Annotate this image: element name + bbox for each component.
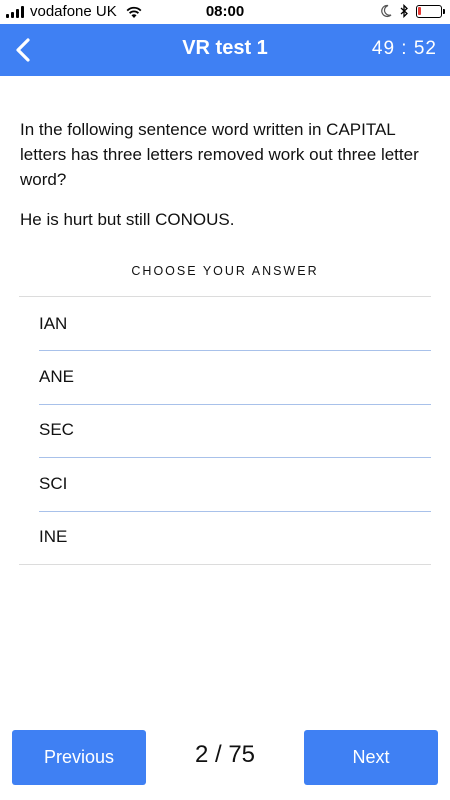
battery-level (418, 6, 421, 15)
answer-list: IAN ANE SEC SCI INE (19, 296, 431, 565)
answer-option-4[interactable]: SCI (19, 457, 431, 510)
battery-icon (416, 4, 445, 18)
wifi-icon (126, 6, 142, 18)
bluetooth-icon (400, 4, 408, 18)
signal-icon (6, 5, 24, 18)
status-left: vodafone UK (6, 3, 143, 20)
next-button[interactable]: Next (304, 730, 438, 785)
moon-icon (381, 4, 392, 18)
carrier-name: vodafone UK (30, 3, 117, 20)
status-bar: vodafone UK 08:00 (0, 0, 450, 24)
nav-bar: VR test 1 49 : 52 (0, 24, 450, 76)
choose-answer-label: CHOOSE YOUR ANSWER (131, 264, 319, 278)
previous-button[interactable]: Previous (12, 730, 146, 785)
status-right (380, 4, 445, 18)
page-counter: 2 / 75 (194, 741, 256, 768)
chevron-left-icon (16, 38, 30, 62)
question-text: In the following sentence word written i… (20, 120, 419, 189)
back-button[interactable] (6, 32, 42, 68)
answer-option-3[interactable]: SEC (19, 403, 431, 457)
footer-nav: Previous 2 / 75 Next (0, 727, 450, 787)
answer-option-1[interactable]: IAN (19, 297, 431, 350)
question-sentence: He is hurt but still CONOUS. (20, 210, 235, 229)
answer-option-5[interactable]: INE (19, 510, 431, 564)
answer-option-2[interactable]: ANE (19, 350, 431, 403)
countdown-timer: 49 : 52 (371, 38, 437, 59)
